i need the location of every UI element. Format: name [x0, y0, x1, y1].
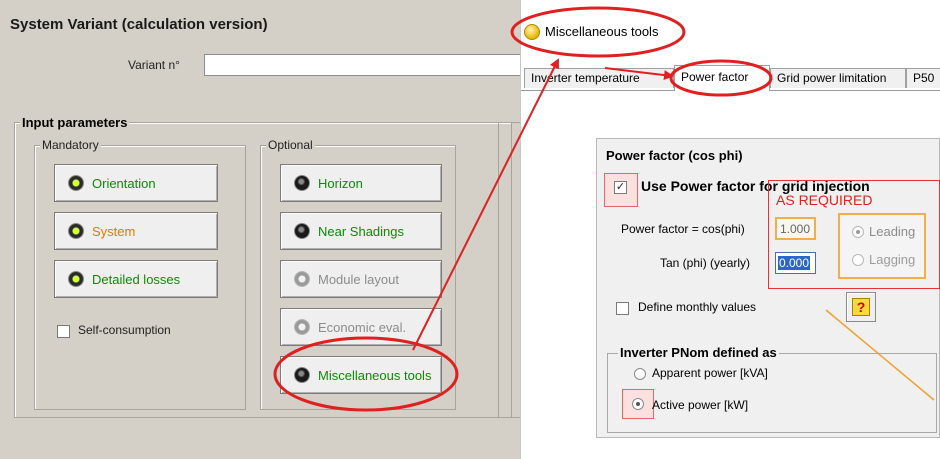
near-shadings-label: Near Shadings — [318, 223, 404, 239]
detailed-losses-button[interactable]: Detailed losses — [54, 260, 218, 298]
status-led-icon — [68, 223, 84, 239]
system-button[interactable]: System — [54, 212, 218, 250]
mandatory-title: Mandatory — [40, 138, 101, 152]
miscellaneous-tools-label: Miscellaneous tools — [318, 367, 432, 383]
tab-power-factor[interactable]: Power factor — [674, 65, 770, 91]
system-label: System — [92, 223, 136, 239]
status-led-icon — [294, 367, 310, 383]
variant-number-label: Variant n° — [128, 58, 180, 72]
active-power-radio[interactable] — [632, 398, 644, 410]
self-consumption-label: Self-consumption — [78, 323, 171, 337]
status-led-icon — [294, 223, 310, 239]
detailed-losses-label: Detailed losses — [92, 271, 181, 287]
economic-eval-button[interactable]: Economic eval. — [280, 308, 442, 346]
optional-title: Optional — [266, 138, 315, 152]
self-consumption-checkbox[interactable] — [57, 325, 70, 338]
inverter-pnom-group — [607, 353, 937, 433]
help-button[interactable]: ? — [846, 292, 876, 322]
define-monthly-checkbox[interactable] — [616, 302, 629, 315]
window-title: System Variant (calculation version) — [10, 16, 268, 33]
input-parameters-title: Input parameters — [20, 115, 130, 130]
status-led-icon — [68, 271, 84, 287]
tab-p50[interactable]: P50 — [906, 68, 940, 88]
tab-inverter-temperature[interactable]: Inverter temperature — [524, 68, 674, 88]
module-layout-button[interactable]: Module layout — [280, 260, 442, 298]
use-power-factor-checkbox[interactable]: ✓ — [614, 181, 627, 194]
help-icon: ? — [852, 298, 870, 316]
status-led-icon — [294, 271, 310, 287]
active-power-label: Active power [kW] — [652, 398, 749, 412]
near-shadings-button[interactable]: Near Shadings — [280, 212, 442, 250]
module-layout-label: Module layout — [318, 271, 399, 287]
tab-grid-power-limitation[interactable]: Grid power limitation — [770, 68, 906, 88]
status-led-icon — [294, 319, 310, 335]
horizon-button[interactable]: Horizon — [280, 164, 442, 202]
tan-phi-label: Tan (phi) (yearly) — [660, 256, 751, 270]
define-monthly-label: Define monthly values — [638, 300, 757, 314]
as-required-annotation: AS REQUIRED — [776, 192, 873, 208]
inverter-pnom-title: Inverter PNom defined as — [618, 345, 779, 360]
apparent-power-radio[interactable] — [634, 368, 646, 380]
status-led-icon — [68, 175, 84, 191]
apparent-power-label: Apparent power [kVA] — [652, 366, 768, 380]
app-icon — [524, 24, 540, 40]
cos-phi-label: Power factor = cos(phi) — [621, 222, 745, 236]
miscellaneous-tools-button[interactable]: Miscellaneous tools — [280, 356, 442, 394]
orientation-label: Orientation — [92, 175, 156, 191]
status-led-icon — [294, 175, 310, 191]
orientation-button[interactable]: Orientation — [54, 164, 218, 202]
horizon-label: Horizon — [318, 175, 363, 191]
variant-number-input[interactable] — [204, 54, 544, 76]
dialog-title: Miscellaneous tools — [545, 24, 659, 39]
power-factor-group-title: Power factor (cos phi) — [606, 148, 743, 163]
economic-eval-label: Economic eval. — [318, 319, 407, 335]
